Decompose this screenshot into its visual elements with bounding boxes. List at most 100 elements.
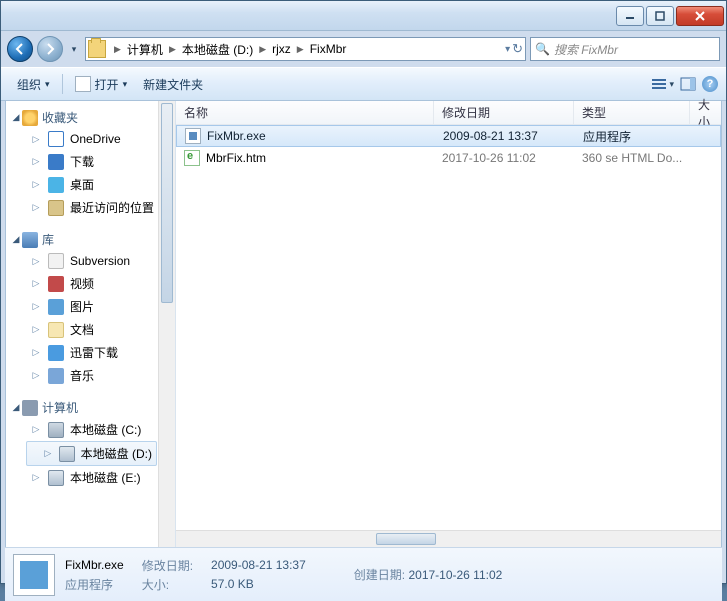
collapse-icon[interactable]: ◢ (10, 402, 22, 413)
collapse-icon[interactable]: ◢ (10, 112, 22, 123)
title-bar[interactable] (1, 1, 726, 31)
search-input[interactable]: 🔍 搜索 FixMbr (530, 37, 720, 61)
expand-icon[interactable]: ▷ (30, 156, 42, 167)
details-pane: FixMbr.exe 修改日期: 2009-08-21 13:37 应用程序 大… (5, 547, 722, 601)
nav-item[interactable]: ▷Subversion (6, 250, 175, 272)
forward-button[interactable] (37, 36, 63, 62)
svn-icon (48, 253, 64, 269)
nav-item[interactable]: ▷OneDrive (6, 128, 175, 150)
file-size (691, 126, 720, 146)
nav-group-computer[interactable]: ◢ 计算机 (6, 397, 175, 418)
file-name: FixMbr.exe (207, 129, 266, 143)
close-button[interactable] (676, 6, 724, 26)
nav-item[interactable]: ▷迅雷下载 (6, 341, 175, 364)
folder-icon (88, 40, 106, 58)
horizontal-scrollbar[interactable] (176, 530, 721, 547)
expand-icon[interactable]: ▷ (30, 370, 42, 381)
nav-item-label: 桌面 (70, 176, 94, 193)
nav-item-label: 最近访问的位置 (70, 199, 154, 216)
back-button[interactable] (7, 36, 33, 62)
column-name[interactable]: 名称 (176, 101, 434, 124)
doc-icon (48, 322, 64, 338)
column-date[interactable]: 修改日期 (434, 101, 574, 124)
nav-bar: ▾ ▶ 计算机 ▶ 本地磁盘 (D:) ▶ rjxz ▶ FixMbr ▾ ↻ … (1, 31, 726, 67)
nav-item[interactable]: ▷本地磁盘 (C:) (6, 418, 175, 441)
nav-item-label: 本地磁盘 (E:) (70, 469, 141, 486)
expand-icon[interactable]: ▷ (30, 202, 42, 213)
status-created-label: 创建日期: (354, 568, 405, 582)
expand-icon[interactable]: ▷ (43, 448, 53, 459)
nav-group-favorites[interactable]: ◢ 收藏夹 (6, 107, 175, 128)
nav-item[interactable]: ▷本地磁盘 (D:) (26, 441, 157, 466)
nav-item[interactable]: ▷ 桌面 (6, 173, 175, 196)
scrollbar-thumb[interactable] (161, 103, 173, 303)
collapse-icon[interactable]: ◢ (10, 234, 22, 245)
drvd-icon (59, 446, 75, 462)
breadcrumb-item[interactable]: 计算机 (125, 41, 165, 58)
xl-icon (48, 345, 64, 361)
img-icon (48, 299, 64, 315)
nav-item[interactable]: ▷下载 (6, 150, 175, 173)
expand-icon[interactable]: ▷ (30, 301, 42, 312)
vid-icon (48, 276, 64, 292)
expand-icon[interactable]: ▷ (30, 134, 42, 145)
refresh-icon[interactable]: ↻ (512, 41, 523, 57)
file-type: 360 se HTML Do... (574, 147, 690, 169)
file-list: 名称 修改日期 类型 大小 FixMbr.exe2009-08-21 13:37… (176, 101, 721, 547)
file-icon (185, 128, 201, 144)
chevron-down-icon: ▾ (123, 79, 128, 90)
open-button[interactable]: 打开 ▾ (67, 73, 136, 96)
preview-pane-button[interactable] (680, 77, 696, 91)
file-row[interactable]: FixMbr.exe2009-08-21 13:37应用程序 (176, 125, 721, 147)
nav-item[interactable]: ▷ 本地磁盘 (E:) (6, 466, 175, 489)
nav-item[interactable]: ▷ 视频 (6, 272, 175, 295)
chevron-down-icon[interactable]: ▾ (505, 44, 510, 55)
status-size-label: 大小: (142, 576, 193, 593)
expand-icon[interactable]: ▷ (30, 424, 42, 435)
nav-history-dropdown[interactable]: ▾ (67, 39, 81, 59)
status-filetype: 应用程序 (65, 576, 124, 593)
help-button[interactable]: ? (702, 76, 718, 92)
address-bar[interactable]: ▶ 计算机 ▶ 本地磁盘 (D:) ▶ rjxz ▶ FixMbr ▾ ↻ (85, 37, 526, 61)
file-row[interactable]: MbrFix.htm2017-10-26 11:02360 se HTML Do… (176, 147, 721, 169)
minimize-button[interactable] (616, 6, 644, 26)
content-area: ◢ 收藏夹 ▷OneDrive▷下载▷桌面▷最近访问的位置 ◢ 库 ▷Subve… (5, 101, 722, 547)
chevron-right-icon: ▶ (255, 44, 270, 55)
organize-button[interactable]: 组织 ▾ (9, 73, 58, 96)
scrollbar-thumb[interactable] (376, 533, 436, 545)
expand-icon[interactable]: ▷ (30, 278, 42, 289)
command-bar: 组织 ▾ 打开 ▾ 新建文件夹 ▾ ? (1, 67, 726, 101)
nav-item[interactable]: ▷ 音乐 (6, 364, 175, 387)
expand-icon[interactable]: ▷ (30, 347, 42, 358)
chevron-right-icon: ▶ (293, 44, 308, 55)
status-created-value: 2017-10-26 11:02 (408, 568, 502, 582)
maximize-button[interactable] (646, 6, 674, 26)
new-folder-button[interactable]: 新建文件夹 (135, 73, 211, 96)
nav-item-label: 视频 (70, 275, 94, 292)
column-type[interactable]: 类型 (574, 101, 690, 124)
file-rows[interactable]: FixMbr.exe2009-08-21 13:37应用程序MbrFix.htm… (176, 125, 721, 530)
file-large-icon (13, 554, 55, 596)
nav-group-libraries[interactable]: ◢ 库 (6, 229, 175, 250)
nav-item[interactable]: ▷图片 (6, 295, 175, 318)
expand-icon[interactable]: ▷ (30, 472, 42, 483)
nav-item[interactable]: ▷文档 (6, 318, 175, 341)
nav-item-label: 音乐 (70, 367, 94, 384)
expand-icon[interactable]: ▷ (30, 324, 42, 335)
navigation-pane[interactable]: ◢ 收藏夹 ▷OneDrive▷下载▷桌面▷最近访问的位置 ◢ 库 ▷Subve… (6, 101, 176, 547)
breadcrumb-item[interactable]: rjxz (270, 42, 293, 56)
nav-item[interactable]: ▷ 最近访问的位置 (6, 196, 175, 219)
column-size[interactable]: 大小 (690, 101, 721, 124)
column-headers[interactable]: 名称 修改日期 类型 大小 (176, 101, 721, 125)
view-options-button[interactable]: ▾ (651, 77, 674, 91)
expand-icon[interactable]: ▷ (30, 179, 42, 190)
expand-icon[interactable]: ▷ (30, 256, 42, 267)
drvd-icon (48, 470, 64, 486)
file-date: 2017-10-26 11:02 (434, 147, 574, 169)
nav-scrollbar[interactable] (158, 101, 175, 547)
star-icon (22, 110, 38, 126)
explorer-window: ▾ ▶ 计算机 ▶ 本地磁盘 (D:) ▶ rjxz ▶ FixMbr ▾ ↻ … (0, 0, 727, 584)
breadcrumb-item[interactable]: 本地磁盘 (D:) (180, 41, 255, 58)
search-icon: 🔍 (535, 42, 550, 56)
breadcrumb-item[interactable]: FixMbr (308, 42, 349, 56)
